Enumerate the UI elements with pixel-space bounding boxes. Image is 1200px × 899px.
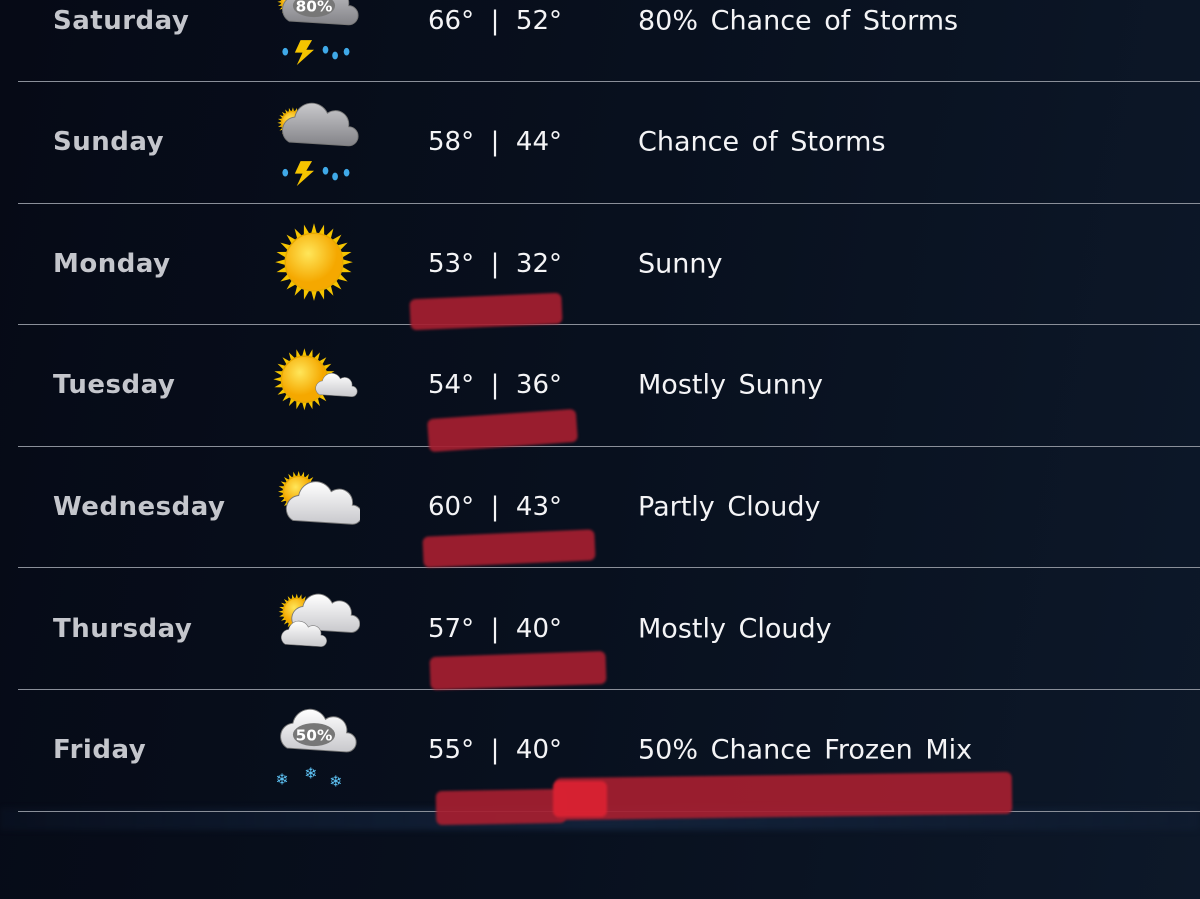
annotation-mark: [553, 781, 607, 817]
mostly-cloudy-icon: [268, 583, 361, 675]
annotation-mark: [409, 292, 563, 331]
low-temp: 40°: [515, 613, 563, 644]
icon-percent: 80%: [296, 0, 333, 15]
svg-text:❄: ❄: [276, 771, 289, 789]
condition-text: Mostly Cloudy: [638, 613, 832, 644]
high-temp: 66°: [428, 5, 475, 36]
low-temp: 44°: [515, 127, 563, 158]
forecast-row-saturday[interactable]: Saturday 80% 66° | 52° 80% Chance of Sto…: [18, 0, 1200, 82]
high-temp: 55°: [428, 735, 475, 766]
low-temp: 43°: [515, 491, 563, 522]
forecast-row-thursday[interactable]: Thursday 57° | 40° Mostly Cloudy: [18, 568, 1200, 690]
temperature-range: 54° | 36°: [428, 370, 562, 400]
temp-separator: |: [490, 5, 500, 36]
mostly-sunny-icon: [268, 339, 360, 431]
thunderstorm-icon: 80%: [268, 0, 360, 67]
temp-separator: |: [490, 613, 500, 644]
high-temp: 53°: [428, 248, 475, 279]
temperature-range: 58° | 44°: [428, 127, 562, 157]
partly-cloudy-icon: [268, 461, 363, 553]
forecast-row-tuesday[interactable]: Tuesday 54° | 36° Mostly Sunny: [18, 325, 1200, 447]
temp-separator: |: [490, 735, 500, 766]
temperature-range: 57° | 40°: [428, 614, 562, 644]
temp-separator: |: [490, 127, 500, 158]
forecast-row-wednesday[interactable]: Wednesday 60° | 43° Partly Cloudy: [18, 446, 1200, 569]
day-name: Saturday: [53, 5, 190, 36]
day-name: Monday: [53, 248, 171, 279]
temperature-range: 55° | 40°: [428, 735, 562, 765]
condition-text: Partly Cloudy: [638, 491, 821, 523]
forecast-row-sunday[interactable]: Sunday 58° | 44° Chance of Storms: [18, 82, 1200, 204]
temp-separator: |: [490, 491, 500, 522]
day-name: Sunday: [53, 127, 165, 158]
low-temp: 52°: [515, 5, 563, 36]
sun-icon: [268, 218, 360, 310]
high-temp: 54°: [428, 370, 475, 401]
low-temp: 36°: [515, 370, 563, 401]
condition-text: Sunny: [638, 248, 723, 280]
day-name: Friday: [53, 735, 147, 766]
day-name: Wednesday: [53, 491, 226, 522]
high-temp: 57°: [428, 613, 475, 644]
condition-text: 50% Chance Frozen Mix: [638, 734, 973, 766]
svg-text:❄: ❄: [304, 765, 317, 783]
temperature-range: 53° | 32°: [428, 249, 562, 279]
thunderstorm-icon: [268, 96, 360, 188]
icon-percent: 50%: [296, 727, 333, 745]
low-temp: 32°: [515, 248, 563, 279]
temperature-range: 66° | 52°: [428, 6, 562, 36]
annotation-mark: [435, 788, 567, 826]
svg-text:❄: ❄: [329, 773, 342, 791]
low-temp: 40°: [515, 735, 563, 766]
high-temp: 58°: [428, 127, 475, 158]
condition-text: Chance of Storms: [638, 126, 886, 158]
temperature-range: 60° | 43°: [428, 492, 562, 522]
forecast-row-monday[interactable]: Monday 53° | 32° Sunny: [18, 203, 1200, 326]
frozen-mix-icon: 50% ❄ ❄ ❄: [268, 704, 360, 796]
condition-text: Mostly Sunny: [638, 369, 823, 401]
day-name: Thursday: [53, 613, 193, 644]
temp-separator: |: [490, 370, 500, 401]
annotation-mark: [429, 650, 607, 691]
day-name: Tuesday: [53, 370, 176, 401]
annotation-mark: [554, 771, 1013, 821]
high-temp: 60°: [428, 491, 475, 522]
temp-separator: |: [490, 248, 500, 279]
condition-text: 80% Chance of Storms: [638, 5, 959, 36]
